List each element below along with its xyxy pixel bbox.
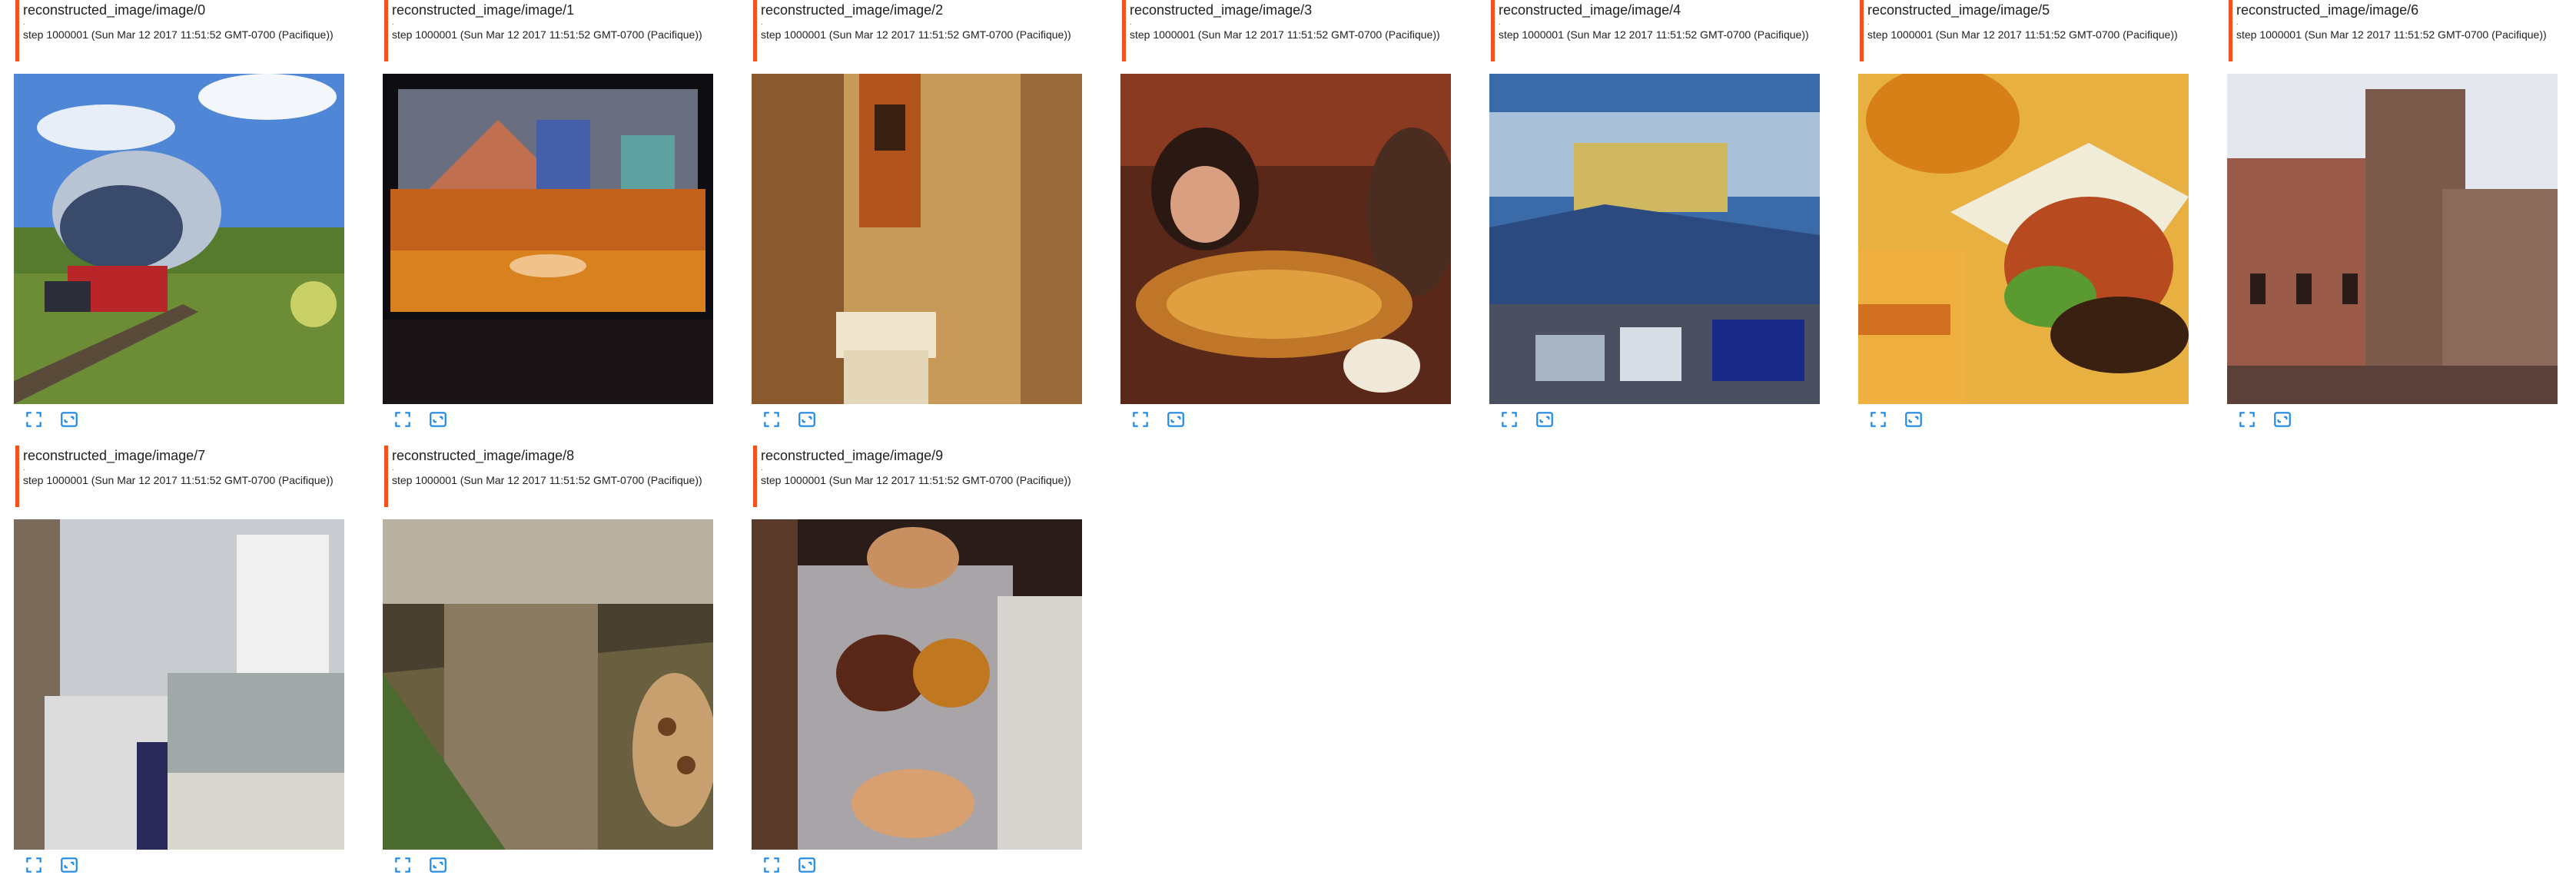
actual-size-icon[interactable]: [1534, 409, 1555, 430]
card-dot: .: [23, 18, 25, 27]
reconstructed-image: [14, 74, 344, 404]
card-step-info: step 1000001 (Sun Mar 12 2017 11:51:52 G…: [761, 28, 1071, 41]
image-controls: [1858, 404, 2189, 435]
image-controls: [14, 404, 344, 435]
fullscreen-icon[interactable]: [761, 409, 782, 430]
image-controls: [752, 404, 1082, 435]
card-step-info: step 1000001 (Sun Mar 12 2017 11:51:52 G…: [392, 474, 702, 486]
image-controls: [2227, 404, 2558, 435]
card-step-info: step 1000001 (Sun Mar 12 2017 11:51:52 G…: [761, 474, 1071, 486]
fullscreen-icon[interactable]: [392, 854, 413, 876]
card-header: reconstructed_image/image/0 . step 10000…: [14, 0, 344, 61]
reconstructed-image: [383, 519, 713, 850]
fullscreen-icon[interactable]: [1499, 409, 1520, 430]
reconstructed-image: [14, 519, 344, 850]
card-step-info: step 1000001 (Sun Mar 12 2017 11:51:52 G…: [392, 28, 702, 41]
reconstructed-image: [752, 74, 1082, 404]
fullscreen-icon[interactable]: [1867, 409, 1889, 430]
card-title: reconstructed_image/image/0: [23, 2, 206, 18]
reconstructed-image: [2227, 74, 2558, 404]
reconstructed-image: [1489, 74, 1820, 404]
reconstructed-image: [1858, 74, 2189, 404]
card-step-info: step 1000001 (Sun Mar 12 2017 11:51:52 G…: [1130, 28, 1440, 41]
card-header: reconstructed_image/image/3 . step 10000…: [1120, 0, 1451, 61]
image-controls: [383, 404, 713, 435]
image-controls: [14, 850, 344, 880]
image-card: reconstructed_image/image/7 . step 10000…: [14, 446, 344, 880]
card-title: reconstructed_image/image/5: [1867, 2, 2050, 18]
card-dot: .: [1867, 18, 1870, 27]
card-header: reconstructed_image/image/5 . step 10000…: [1858, 0, 2189, 61]
image-card: reconstructed_image/image/4 . step 10000…: [1489, 0, 1820, 435]
actual-size-icon[interactable]: [1903, 409, 1924, 430]
fullscreen-icon[interactable]: [392, 409, 413, 430]
actual-size-icon[interactable]: [427, 409, 449, 430]
image-card: reconstructed_image/image/6 . step 10000…: [2227, 0, 2558, 435]
fullscreen-icon[interactable]: [2236, 409, 2258, 430]
image-controls: [1489, 404, 1820, 435]
card-header: reconstructed_image/image/1 . step 10000…: [383, 0, 713, 61]
image-controls: [383, 850, 713, 880]
card-title: reconstructed_image/image/6: [2236, 2, 2419, 18]
card-step-info: step 1000001 (Sun Mar 12 2017 11:51:52 G…: [23, 28, 334, 41]
card-header: reconstructed_image/image/8 . step 10000…: [383, 446, 713, 507]
card-dot: .: [1130, 18, 1132, 27]
fullscreen-icon[interactable]: [761, 854, 782, 876]
fullscreen-icon[interactable]: [23, 409, 45, 430]
image-card: reconstructed_image/image/3 . step 10000…: [1120, 0, 1451, 435]
card-dot: .: [761, 464, 763, 472]
image-card: reconstructed_image/image/8 . step 10000…: [383, 446, 713, 880]
card-step-info: step 1000001 (Sun Mar 12 2017 11:51:52 G…: [2236, 28, 2547, 41]
image-card: reconstructed_image/image/2 . step 10000…: [752, 0, 1082, 435]
image-card: reconstructed_image/image/1 . step 10000…: [383, 0, 713, 435]
fullscreen-icon[interactable]: [1130, 409, 1151, 430]
actual-size-icon[interactable]: [796, 409, 818, 430]
card-dot: .: [23, 464, 25, 472]
reconstructed-image: [383, 74, 713, 404]
card-title: reconstructed_image/image/1: [392, 2, 575, 18]
image-card: reconstructed_image/image/5 . step 10000…: [1858, 0, 2189, 435]
card-dot: .: [761, 18, 763, 27]
card-header: reconstructed_image/image/2 . step 10000…: [752, 0, 1082, 61]
image-card: reconstructed_image/image/9 . step 10000…: [752, 446, 1082, 880]
image-controls: [752, 850, 1082, 880]
actual-size-icon[interactable]: [796, 854, 818, 876]
card-step-info: step 1000001 (Sun Mar 12 2017 11:51:52 G…: [23, 474, 334, 486]
actual-size-icon[interactable]: [58, 409, 80, 430]
image-card-grid: reconstructed_image/image/0 . step 10000…: [0, 0, 2576, 885]
card-dot: .: [2236, 18, 2239, 27]
card-header: reconstructed_image/image/6 . step 10000…: [2227, 0, 2558, 61]
card-step-info: step 1000001 (Sun Mar 12 2017 11:51:52 G…: [1499, 28, 1809, 41]
card-header: reconstructed_image/image/4 . step 10000…: [1489, 0, 1820, 61]
image-controls: [1120, 404, 1451, 435]
card-title: reconstructed_image/image/8: [392, 448, 575, 463]
card-dot: .: [392, 464, 394, 472]
actual-size-icon[interactable]: [1165, 409, 1187, 430]
card-title: reconstructed_image/image/9: [761, 448, 944, 463]
card-header: reconstructed_image/image/7 . step 10000…: [14, 446, 344, 507]
reconstructed-image: [752, 519, 1082, 850]
card-dot: .: [392, 18, 394, 27]
image-card: reconstructed_image/image/0 . step 10000…: [14, 0, 344, 435]
card-title: reconstructed_image/image/3: [1130, 2, 1313, 18]
card-dot: .: [1499, 18, 1501, 27]
actual-size-icon[interactable]: [2272, 409, 2293, 430]
actual-size-icon[interactable]: [427, 854, 449, 876]
card-step-info: step 1000001 (Sun Mar 12 2017 11:51:52 G…: [1867, 28, 2178, 41]
fullscreen-icon[interactable]: [23, 854, 45, 876]
card-title: reconstructed_image/image/2: [761, 2, 944, 18]
actual-size-icon[interactable]: [58, 854, 80, 876]
reconstructed-image: [1120, 74, 1451, 404]
card-title: reconstructed_image/image/7: [23, 448, 206, 463]
card-header: reconstructed_image/image/9 . step 10000…: [752, 446, 1082, 507]
card-title: reconstructed_image/image/4: [1499, 2, 1681, 18]
